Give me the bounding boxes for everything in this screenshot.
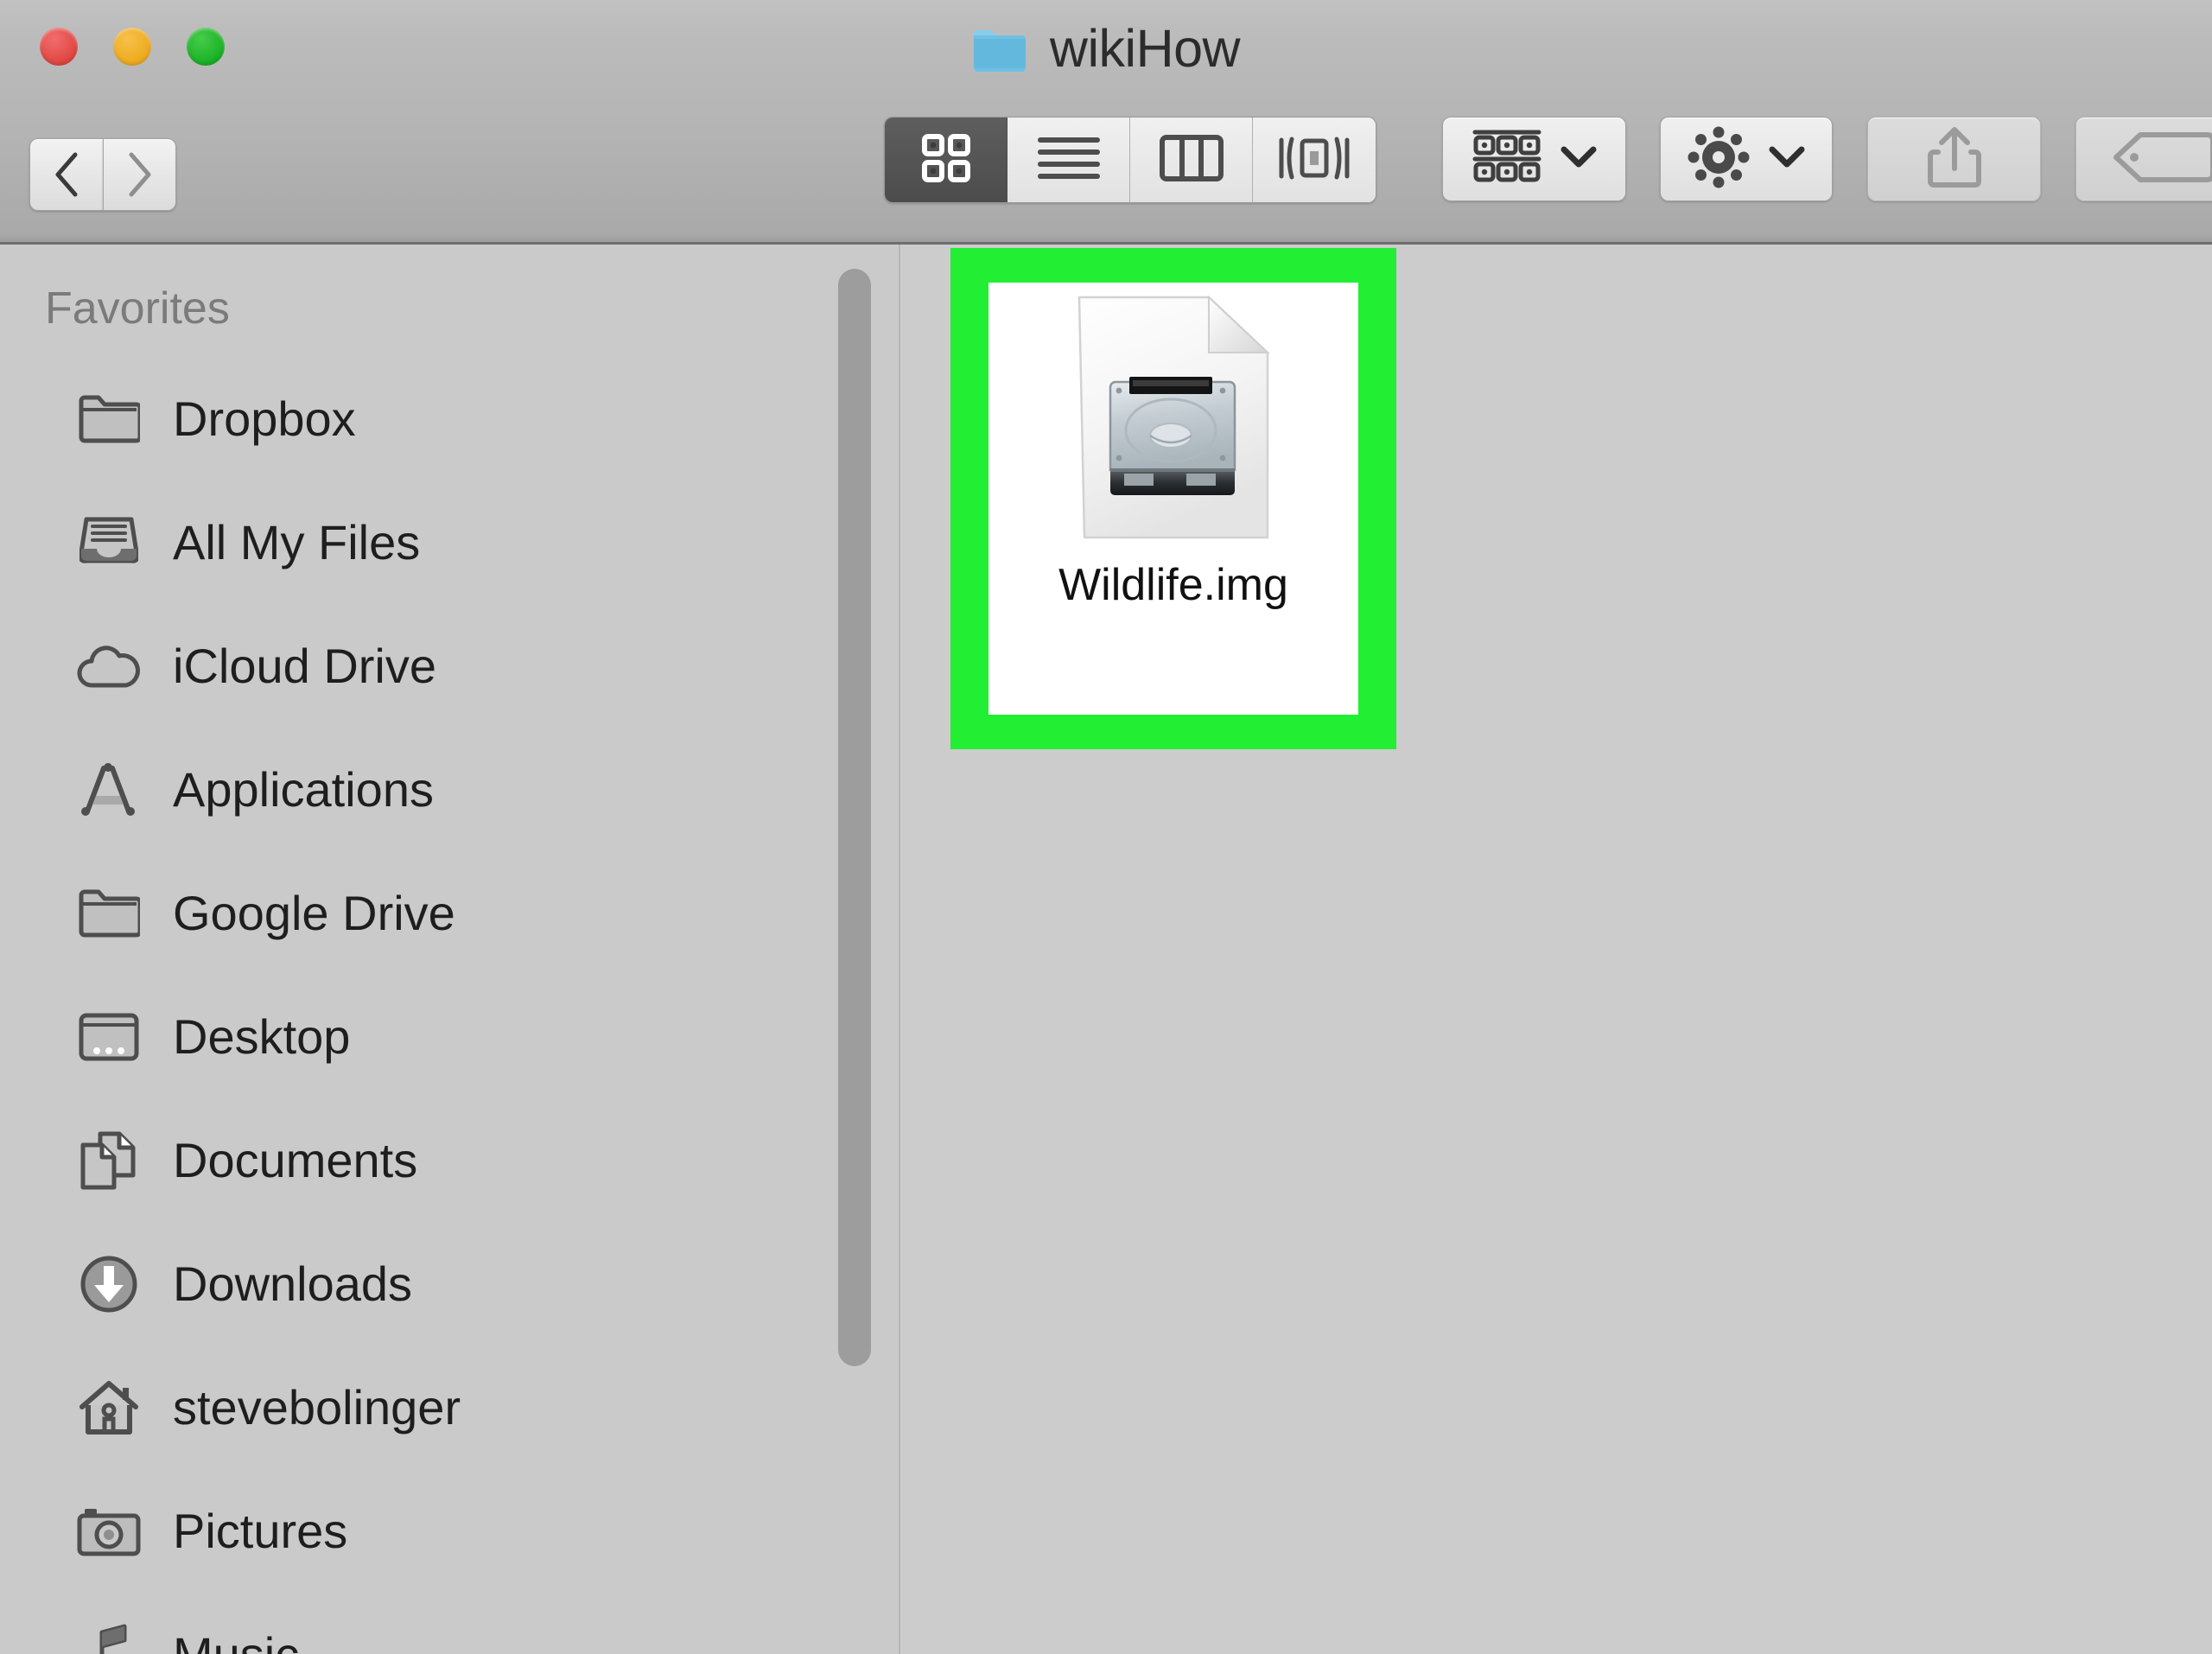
- sidebar-item-dropbox[interactable]: Dropbox: [0, 357, 899, 480]
- home-icon: [76, 1377, 142, 1439]
- coverflow-view-icon: [1277, 133, 1351, 188]
- sidebar-item-label: Google Drive: [173, 885, 455, 940]
- sidebar-item-documents[interactable]: Documents: [0, 1098, 899, 1222]
- music-note-icon: [76, 1624, 142, 1654]
- column-view-icon: [1159, 133, 1224, 188]
- window-toolbar: wikiHow: [0, 0, 2212, 245]
- chevron-down-icon: [1768, 145, 1806, 174]
- sidebar: Favorites Dropbox All My Files iCloud Dr…: [0, 245, 900, 1654]
- finder-window: wikiHow Favorites Dropbox All My Files i…: [0, 0, 2212, 1654]
- icon-view-icon: [919, 131, 973, 189]
- chevron-left-icon: [52, 151, 81, 198]
- folder-icon: [972, 27, 1027, 72]
- sidebar-item-label: Music: [173, 1626, 300, 1654]
- back-button[interactable]: [29, 138, 103, 211]
- window-title-bar: wikiHow: [0, 22, 2212, 75]
- list-view-icon: [1036, 133, 1102, 188]
- minimize-button[interactable]: [113, 28, 151, 66]
- disk-image-document-icon: [1068, 289, 1279, 545]
- view-mode-icon-button[interactable]: [885, 118, 1007, 202]
- sidebar-item-google-drive[interactable]: Google Drive: [0, 851, 899, 975]
- tag-icon: [2111, 130, 2212, 188]
- downloads-icon: [76, 1253, 142, 1315]
- sidebar-item-label: stevebolinger: [173, 1379, 461, 1435]
- file-content-area[interactable]: Wildlife.img: [902, 245, 2212, 1654]
- chevron-down-icon: [1560, 145, 1598, 174]
- view-mode-segmented-control: [884, 117, 1376, 203]
- sidebar-item-all-my-files[interactable]: All My Files: [0, 480, 899, 604]
- documents-icon: [76, 1129, 142, 1192]
- sidebar-item-icloud-drive[interactable]: iCloud Drive: [0, 604, 899, 728]
- sidebar-scrollbar[interactable]: [833, 245, 880, 1654]
- folder-icon: [76, 882, 142, 945]
- all-my-files-icon: [76, 512, 142, 574]
- sidebar-scrollbar-thumb[interactable]: [838, 269, 871, 1366]
- share-icon: [1923, 124, 1986, 195]
- navigation-buttons: [29, 138, 176, 211]
- desktop-icon: [76, 1006, 142, 1068]
- cloud-icon: [76, 635, 142, 697]
- sidebar-item-label: iCloud Drive: [173, 638, 436, 693]
- close-button[interactable]: [40, 28, 78, 66]
- file-name-label: Wildlife.img: [1058, 560, 1288, 610]
- forward-button[interactable]: [103, 138, 176, 211]
- sidebar-item-music[interactable]: Music: [0, 1593, 899, 1654]
- view-mode-column-button[interactable]: [1130, 118, 1253, 202]
- camera-icon: [76, 1500, 142, 1562]
- selection-highlight-annotation: Wildlife.img: [950, 248, 1396, 749]
- page-title: wikiHow: [1049, 19, 1241, 78]
- sidebar-item-label: Pictures: [173, 1503, 348, 1558]
- applications-icon: [76, 759, 142, 821]
- traffic-lights: [40, 28, 225, 66]
- arrange-button[interactable]: [1442, 117, 1626, 201]
- sidebar-item-desktop[interactable]: Desktop: [0, 975, 899, 1098]
- sidebar-item-label: Applications: [173, 761, 434, 817]
- sidebar-item-list: Dropbox All My Files iCloud Drive Applic…: [0, 357, 899, 1654]
- grid-arrange-icon: [1471, 127, 1542, 192]
- folder-icon: [76, 388, 142, 450]
- share-button[interactable]: [1867, 117, 2041, 201]
- view-mode-list-button[interactable]: [1007, 118, 1130, 202]
- sidebar-item-applications[interactable]: Applications: [0, 728, 899, 851]
- sidebar-item-stevebolinger[interactable]: stevebolinger: [0, 1345, 899, 1469]
- chevron-right-icon: [125, 151, 155, 198]
- sidebar-item-label: Documents: [173, 1132, 418, 1187]
- gear-icon: [1687, 125, 1751, 194]
- sidebar-item-label: Desktop: [173, 1008, 351, 1064]
- sidebar-item-label: Dropbox: [173, 391, 356, 446]
- view-mode-coverflow-button[interactable]: [1253, 118, 1376, 202]
- action-button[interactable]: [1660, 117, 1833, 201]
- tags-button[interactable]: [2075, 117, 2212, 201]
- sidebar-item-pictures[interactable]: Pictures: [0, 1469, 899, 1593]
- sidebar-item-label: All My Files: [173, 514, 421, 569]
- sidebar-item-label: Downloads: [173, 1256, 413, 1311]
- file-item-wildlife-img[interactable]: Wildlife.img: [988, 283, 1358, 715]
- sidebar-item-downloads[interactable]: Downloads: [0, 1222, 899, 1345]
- sidebar-section-favorites: Favorites: [45, 283, 230, 334]
- maximize-button[interactable]: [187, 28, 225, 66]
